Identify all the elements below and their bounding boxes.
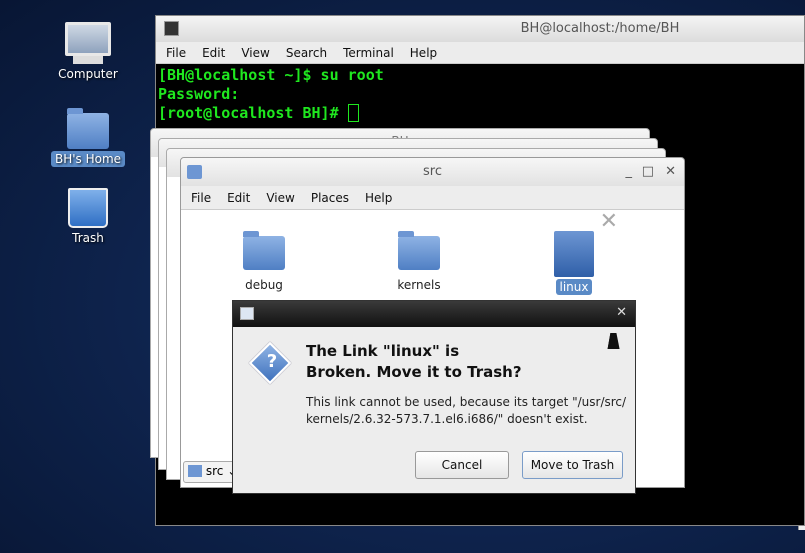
folder-icon [243, 231, 285, 270]
dialog-title: Broken. Move it to Trash? [306, 363, 522, 381]
desktop-icon-label: Trash [72, 231, 104, 245]
terminal-icon [164, 21, 179, 36]
dialog-titlebar[interactable]: ✕ [233, 301, 635, 327]
close-button[interactable]: ✕ [665, 158, 676, 186]
desktop-icon-label: BH's Home [50, 151, 126, 167]
location-label: src [205, 464, 224, 478]
close-button[interactable]: ✕ [616, 305, 627, 320]
file-name: linux [555, 279, 593, 295]
menu-places[interactable]: Places [303, 186, 357, 209]
terminal-line: Password: [158, 85, 240, 103]
home-folder-icon [67, 108, 109, 149]
file-menubar: File Edit View Places Help [181, 186, 684, 210]
menu-edit[interactable]: Edit [194, 42, 233, 63]
folder-icon [398, 231, 440, 270]
broken-link-dialog[interactable]: ✕ ? The Link "linux" is Broken. Move it … [232, 300, 636, 494]
menu-help[interactable]: Help [357, 186, 400, 209]
menu-help[interactable]: Help [402, 42, 445, 63]
file-window-titlebar[interactable]: src _ □ ✕ [181, 158, 684, 186]
cancel-button[interactable]: Cancel [415, 451, 509, 479]
desktop-icon-label: Computer [58, 67, 118, 81]
terminal-line: [root@localhost BH]# [158, 104, 348, 122]
file-item-debug[interactable]: debug [219, 231, 309, 292]
minimize-button[interactable]: _ [626, 158, 633, 186]
folder-icon [188, 465, 202, 477]
menu-terminal[interactable]: Terminal [335, 42, 402, 63]
menu-view[interactable]: View [258, 186, 302, 209]
menu-view[interactable]: View [233, 42, 277, 63]
computer-icon [65, 22, 111, 56]
terminal-menubar: File Edit View Search Terminal Help [156, 42, 804, 64]
dialog-message: kernels/2.6.32-573.7.1.el6.i686/" doesn'… [306, 412, 588, 426]
menu-file[interactable]: File [158, 42, 194, 63]
maximize-button[interactable]: □ [642, 158, 654, 186]
terminal-title: BH@localhost:/home/BH [520, 21, 680, 36]
terminal-output[interactable]: [BH@localhost ~]$ su root Password: [roo… [156, 64, 804, 123]
terminal-cursor [347, 104, 359, 122]
file-item-kernels[interactable]: kernels [374, 231, 464, 292]
menu-search[interactable]: Search [278, 42, 335, 63]
file-name: kernels [397, 278, 441, 292]
trash-icon [68, 188, 108, 228]
terminal-titlebar[interactable]: BH@localhost:/home/BH [156, 16, 804, 42]
move-to-trash-button[interactable]: Move to Trash [522, 451, 623, 479]
broken-link-icon: ✕ [554, 209, 618, 277]
desktop-icon-computer[interactable]: Computer [48, 22, 128, 82]
menu-edit[interactable]: Edit [219, 186, 258, 209]
terminal-line: [BH@localhost ~]$ su root [158, 66, 384, 84]
file-name: debug [245, 278, 283, 292]
question-mark: ? [266, 351, 278, 372]
mouse-pointer [607, 333, 623, 349]
dialog-message: This link cannot be used, because its ta… [306, 395, 627, 409]
window-icon [240, 307, 254, 320]
menu-file[interactable]: File [183, 186, 219, 209]
window-title: src [423, 164, 442, 179]
file-item-linux[interactable]: ✕ linux [529, 209, 619, 295]
dialog-title: The Link "linux" is [306, 342, 460, 360]
folder-icon [187, 165, 202, 179]
desktop-icon-home[interactable]: BH's Home [48, 108, 128, 167]
desktop-icon-trash[interactable]: Trash [48, 188, 128, 246]
